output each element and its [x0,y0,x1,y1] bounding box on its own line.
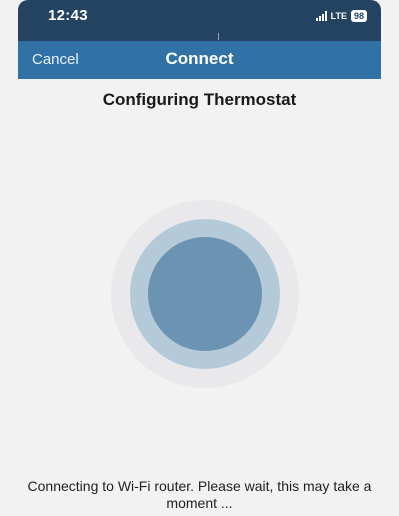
status-message: Connecting to Wi-Fi router. Please wait,… [27,478,372,511]
connect-screen: 12:43 LTE 98 Cancel Connect Configuring … [0,0,399,516]
status-time: 12:43 [48,7,88,24]
signal-icon [315,11,327,21]
nav-bar: Cancel Connect [18,41,381,79]
network-label: LTE [330,11,347,21]
notch-divider [218,33,219,40]
page-title: Configuring Thermostat [102,90,297,109]
status-indicators: LTE 98 [315,10,367,22]
battery-icon: 98 [350,10,367,22]
status-bar: 12:43 LTE 98 [18,0,381,41]
nav-title: Connect [165,49,234,68]
pulse-ring-core [148,237,262,351]
